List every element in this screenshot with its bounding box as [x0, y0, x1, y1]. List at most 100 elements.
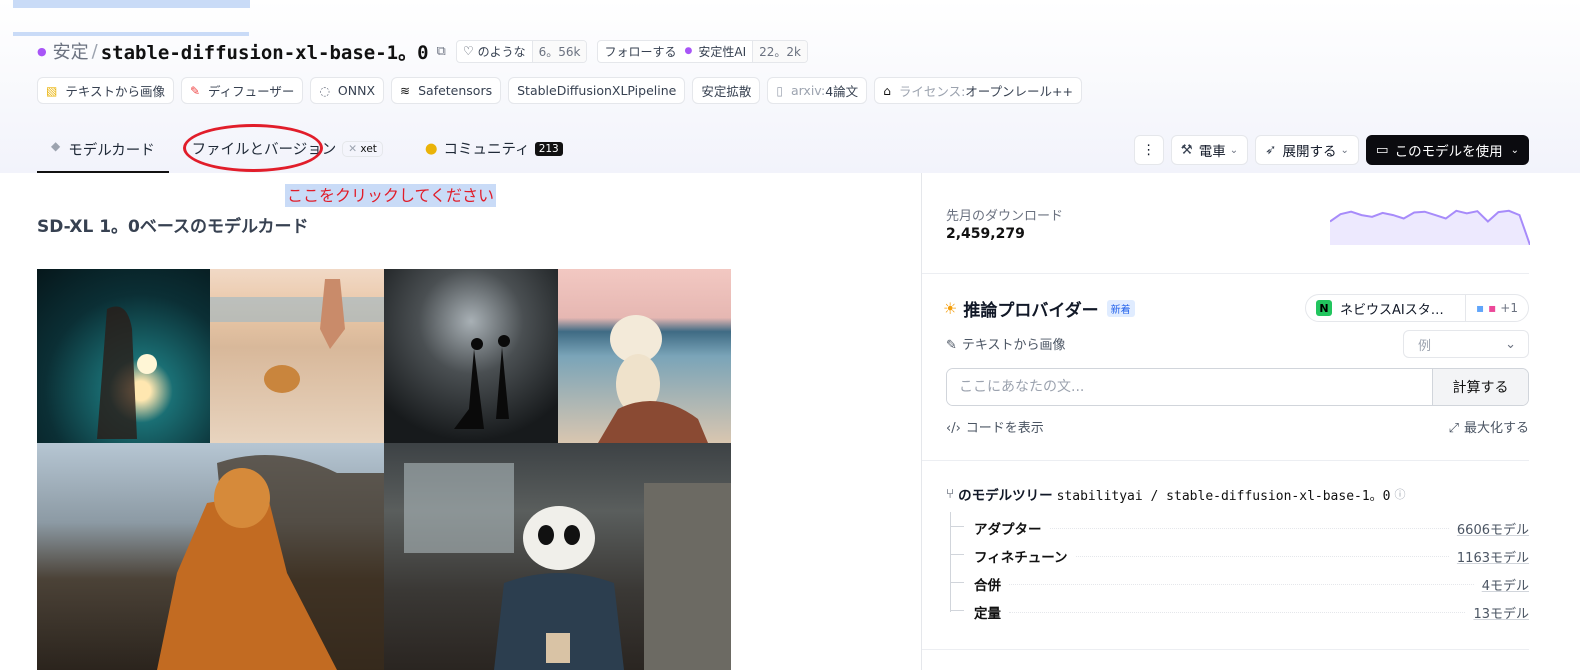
- highlight-strip-2: [13, 32, 249, 36]
- tree-row-merges[interactable]: 合併 4モデル: [950, 570, 1529, 598]
- sample-image-gallery: [37, 269, 731, 670]
- sparkline-area: [1330, 210, 1530, 245]
- prompt-input[interactable]: [947, 369, 1432, 405]
- dotted-leader: [1009, 583, 1474, 585]
- brush-icon: ✎: [189, 83, 201, 98]
- tag-list: ▧ テキストから画像 ✎ ディフューザー ◌ ONNX ≋ Safetensors St…: [37, 77, 1082, 104]
- column-divider: [921, 173, 922, 670]
- show-code-label: コードを表示: [965, 421, 1044, 436]
- inference-input-row: 計算する: [946, 368, 1529, 406]
- tag-arxiv[interactable]: ▯ arxiv: 4論文: [767, 77, 868, 104]
- dotted-leader: [1075, 555, 1449, 557]
- org-small-icon: ●: [684, 46, 693, 56]
- tree-row-value[interactable]: 13モデル: [1473, 603, 1529, 622]
- repo-title-row: ● 安定 / stable-diffusion-xl-base-1。0 ⧉ ♡ の…: [37, 38, 808, 64]
- like-button[interactable]: ♡ のような 6。56k: [455, 39, 588, 63]
- deploy-label: 展開する: [1282, 144, 1337, 160]
- highlight-strip: [13, 0, 250, 8]
- tag-label: ONNX: [337, 83, 376, 98]
- follow-count: 22。2k: [752, 40, 807, 62]
- path-separator: /: [91, 40, 98, 62]
- sample-image-panda-astronaut: [384, 443, 731, 670]
- tree-row-finetunes[interactable]: フィネチューン 1163モデル: [950, 542, 1529, 570]
- use-model-button[interactable]: ▭ このモデルを使用 ⌄: [1365, 135, 1529, 165]
- example-label: 例: [1418, 338, 1432, 354]
- tag-label: ディフューザー: [208, 84, 295, 99]
- xet-icon: ✕: [348, 142, 361, 155]
- tag-license[interactable]: ⌂ ライセンス: オープンレール++: [874, 77, 1082, 104]
- tree-row-label: 合併: [974, 578, 1001, 594]
- provider-selector[interactable]: N ネビウスAIスタ… ▪ ▪ +1: [1305, 294, 1529, 322]
- tree-row-label: フィネチューン: [974, 550, 1068, 566]
- heart-icon: ♡: [462, 44, 474, 58]
- tag-stable-diffusion[interactable]: 安定拡散: [692, 77, 761, 104]
- chevron-down-icon: ⌄: [1510, 144, 1519, 156]
- tag-text-to-image[interactable]: ▧ テキストから画像: [37, 77, 174, 104]
- tag-diffusers[interactable]: ✎ ディフューザー: [180, 77, 304, 104]
- train-icon: ⚒: [1180, 142, 1193, 158]
- task-text: テキストから画像: [961, 338, 1066, 353]
- tag-label: Safetensors: [418, 83, 493, 98]
- tree-row-quantizations[interactable]: 定量 13モデル: [950, 598, 1529, 626]
- model-tree-heading: ⑂ のモデルツリー stabilityai / stable-diffusion…: [946, 484, 1406, 504]
- info-icon: ⓘ: [1394, 488, 1406, 501]
- tree-row-value[interactable]: 1163モデル: [1457, 547, 1529, 566]
- use-model-label: このモデルを使用: [1394, 144, 1503, 160]
- inference-heading: ☀ 推論プロバイダー 新着: [943, 296, 1135, 321]
- tree-row-adapters[interactable]: アダプター 6606モデル: [950, 514, 1529, 542]
- model-card-heading: SD-XL 1。0ベースのモデルカード: [37, 217, 309, 237]
- tag-prefix: arxiv:: [790, 83, 826, 98]
- org-link[interactable]: 安定: [53, 38, 89, 64]
- maximize-link[interactable]: ⤢ 最大化する: [1449, 417, 1529, 436]
- sun-icon: ☀: [943, 299, 958, 318]
- rocket-icon: ➶: [1265, 142, 1277, 158]
- sample-image-beach-dog: [210, 269, 384, 443]
- chevron-down-icon: ⌄: [1229, 144, 1239, 156]
- community-icon: ●: [424, 140, 438, 157]
- more-providers[interactable]: ▪ ▪ +1: [1465, 295, 1528, 321]
- task-label: ✎ テキストから画像: [946, 334, 1066, 353]
- provider-icon-2: ▪: [1488, 301, 1497, 315]
- show-code-link[interactable]: ‹/› コードを表示: [946, 417, 1044, 436]
- more-options-button[interactable]: ⋮: [1133, 135, 1164, 165]
- tab-community[interactable]: ● コミュニティ 213: [397, 133, 577, 164]
- copy-icon[interactable]: ⧉: [437, 44, 446, 59]
- new-badge: 新着: [1106, 300, 1135, 317]
- chevron-down-icon: ⌄: [1505, 336, 1516, 352]
- repo-name[interactable]: stable-diffusion-xl-base-1。0: [101, 38, 429, 65]
- deploy-button[interactable]: ➶ 展開する ⌄: [1255, 135, 1359, 165]
- tag-pipeline[interactable]: StableDiffusionXLPipeline: [508, 77, 686, 104]
- code-icon: ‹/›: [946, 421, 961, 436]
- tree-row-value[interactable]: 6606モデル: [1457, 519, 1529, 538]
- example-select[interactable]: 例 ⌄: [1403, 330, 1529, 358]
- tag-onnx[interactable]: ◌ ONNX: [310, 77, 385, 104]
- maximize-label: 最大化する: [1463, 421, 1529, 436]
- tab-model-card[interactable]: ◆ モデルカード: [37, 133, 169, 173]
- onnx-icon: ◌: [319, 83, 330, 98]
- train-label: 電車: [1198, 144, 1226, 160]
- more-providers-count: +1: [1500, 301, 1518, 315]
- dotted-leader: [1009, 611, 1466, 613]
- repo-actions: ⋮ ⚒ 電車 ⌄ ➶ 展開する ⌄ ▭ このモデルを使用 ⌄: [1133, 135, 1529, 165]
- bank-icon: ⌂: [883, 83, 891, 98]
- tree-title: のモデルツリー: [958, 488, 1053, 504]
- train-button[interactable]: ⚒ 電車 ⌄: [1170, 135, 1249, 165]
- chevron-down-icon: ⌄: [1340, 144, 1349, 156]
- tag-label: テキストから画像: [65, 84, 165, 99]
- sample-image-ballroom-dance: [384, 269, 558, 443]
- cube-icon: ◆: [51, 139, 61, 153]
- tag-label: 安定拡散: [701, 84, 752, 99]
- tag-label: StableDiffusionXLPipeline: [517, 83, 677, 98]
- dotted-leader: [1049, 527, 1449, 529]
- tree-row-value[interactable]: 4モデル: [1482, 575, 1529, 594]
- compute-button[interactable]: 計算する: [1432, 369, 1528, 405]
- text-to-image-icon: ▧: [46, 83, 58, 98]
- sample-image-forest-girl: [37, 269, 210, 443]
- safetensors-icon: ≋: [400, 83, 411, 98]
- follow-org: 安定性AI: [698, 44, 747, 59]
- section-divider: [922, 460, 1529, 461]
- tag-safetensors[interactable]: ≋ Safetensors: [391, 77, 502, 104]
- nebius-logo-icon: N: [1316, 300, 1332, 316]
- downloads-value: 2,459,279: [946, 226, 1025, 242]
- follow-button[interactable]: フォローする ● 安定性AI 22。2k: [597, 39, 808, 63]
